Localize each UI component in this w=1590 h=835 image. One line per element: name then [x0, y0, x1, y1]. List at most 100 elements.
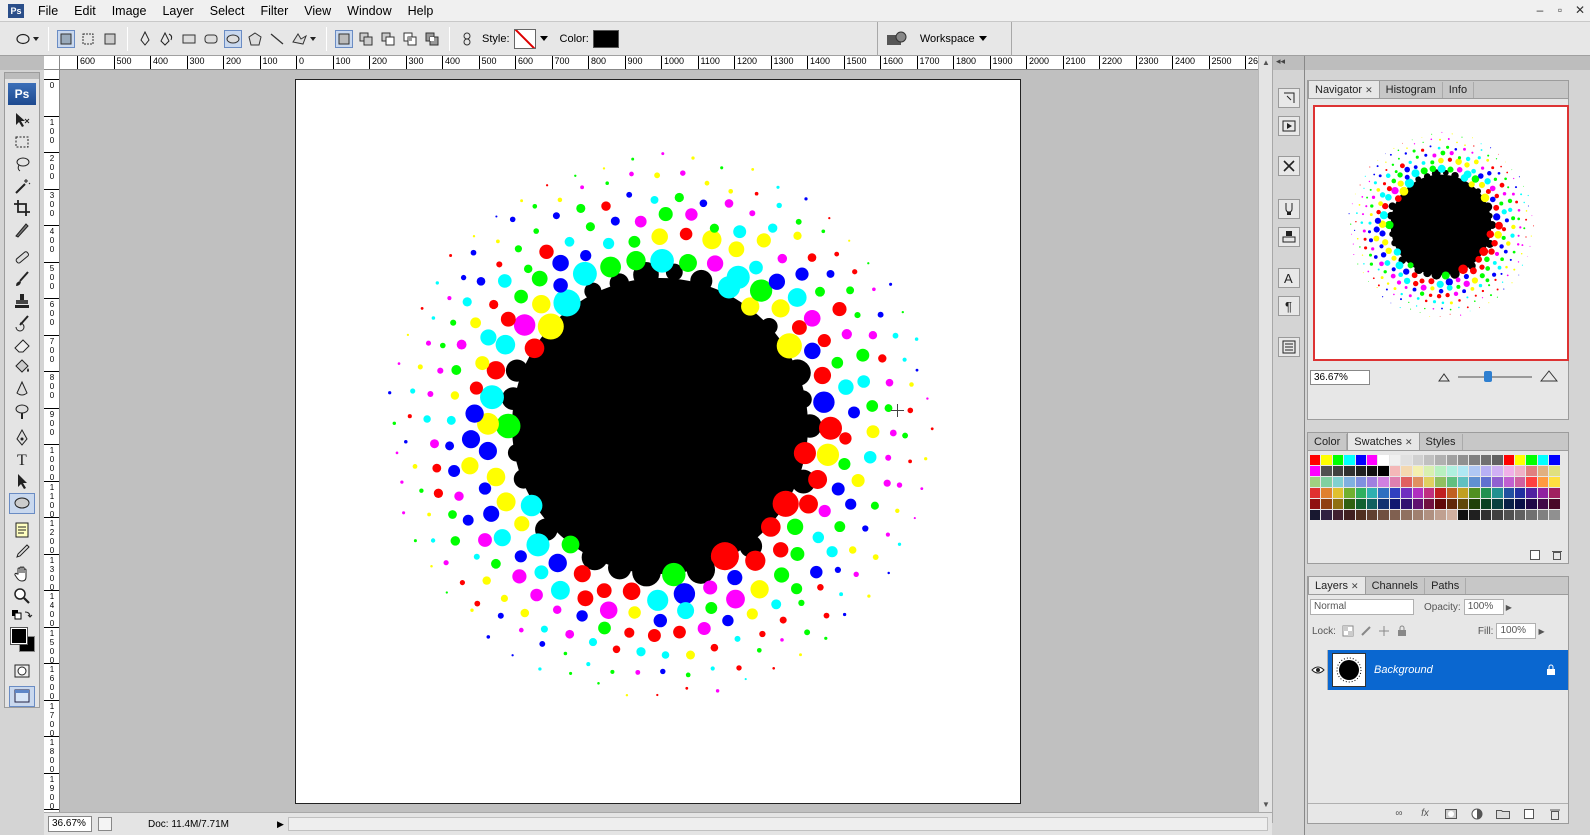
swatch[interactable] — [1435, 488, 1447, 499]
swatch[interactable] — [1412, 455, 1424, 466]
style-dropdown-icon[interactable] — [539, 36, 548, 41]
brush-icon[interactable] — [9, 268, 35, 289]
swatch[interactable] — [1355, 466, 1367, 477]
swatch[interactable] — [1378, 466, 1390, 477]
fill-field[interactable]: 100% — [1496, 623, 1537, 639]
swatch[interactable] — [1423, 510, 1436, 521]
layer-background[interactable]: Background — [1328, 650, 1568, 690]
swatch[interactable] — [1446, 455, 1459, 466]
color-picker[interactable] — [592, 29, 619, 48]
horizontal-scrollbar[interactable] — [287, 817, 1268, 831]
swatch[interactable] — [1389, 466, 1402, 477]
swatch[interactable] — [1537, 510, 1550, 521]
swatch[interactable] — [1458, 499, 1470, 510]
slice-icon[interactable] — [9, 219, 35, 240]
tab-layers[interactable]: Layers ✕ — [1308, 576, 1366, 594]
tab-styles[interactable]: Styles — [1420, 434, 1463, 450]
menu-file[interactable]: File — [30, 0, 66, 22]
swatch[interactable] — [1480, 477, 1493, 488]
zoom-slider[interactable] — [1458, 376, 1532, 378]
swatch[interactable] — [1412, 499, 1424, 510]
swatch[interactable] — [1446, 477, 1459, 488]
swatch[interactable] — [1458, 510, 1470, 521]
swatch[interactable] — [1492, 455, 1504, 466]
swatch[interactable] — [1310, 510, 1322, 521]
paths-mode-icon[interactable] — [79, 30, 97, 48]
swatch[interactable] — [1526, 499, 1538, 510]
freeform-pen-icon[interactable] — [158, 30, 176, 48]
add-mask-icon[interactable] — [1442, 807, 1460, 821]
tools-collapse-bar[interactable] — [0, 56, 44, 70]
swatch[interactable] — [1344, 499, 1356, 510]
menu-window[interactable]: Window — [339, 0, 399, 22]
swatch[interactable] — [1435, 499, 1447, 510]
vertical-ruler[interactable]: 0 1 0 0 2 0 0 3 0 0 4 0 0 5 0 0 6 0 0 7 0 0 8 0 … — [44, 70, 60, 812]
history-brush-icon[interactable] — [9, 312, 35, 333]
marquee-icon[interactable] — [9, 131, 35, 152]
swatch[interactable] — [1321, 510, 1333, 521]
actions-panel-icon[interactable] — [1278, 116, 1300, 136]
tab-histogram[interactable]: Histogram — [1380, 82, 1443, 98]
character-panel-icon[interactable]: A — [1278, 268, 1300, 288]
zoom-slider-thumb[interactable] — [1484, 371, 1492, 382]
swatch[interactable] — [1435, 466, 1447, 477]
close-tab-icon[interactable]: ✕ — [1351, 581, 1359, 591]
swatch[interactable] — [1469, 510, 1481, 521]
ruler-origin[interactable] — [44, 56, 60, 70]
screen-mode-icon[interactable] — [9, 685, 35, 707]
swatch[interactable] — [1401, 510, 1413, 521]
swatch[interactable] — [1321, 477, 1333, 488]
swatch[interactable] — [1412, 488, 1424, 499]
paint-bucket-icon[interactable] — [9, 356, 35, 377]
swatch[interactable] — [1355, 455, 1367, 466]
tab-channels[interactable]: Channels — [1366, 578, 1426, 594]
swatch[interactable] — [1549, 499, 1561, 510]
swatch[interactable] — [1526, 455, 1538, 466]
tools-panel-header[interactable] — [5, 73, 39, 79]
eyedropper-icon[interactable] — [9, 542, 35, 563]
swatch[interactable] — [1469, 477, 1481, 488]
zoom-icon[interactable] — [9, 586, 35, 607]
swatch[interactable] — [1401, 488, 1413, 499]
navigator-zoom-field[interactable]: 36.67% — [1310, 369, 1370, 385]
clone-stamp-icon[interactable] — [9, 290, 35, 311]
swatch[interactable] — [1469, 455, 1481, 466]
swatch[interactable] — [1480, 499, 1493, 510]
swatch[interactable] — [1503, 466, 1516, 477]
swatch[interactable] — [1389, 477, 1402, 488]
polygon-shape-icon[interactable] — [246, 30, 264, 48]
swatch[interactable] — [1321, 488, 1333, 499]
healing-brush-icon[interactable] — [9, 246, 35, 267]
tab-navigator[interactable]: Navigator ✕ — [1308, 80, 1380, 98]
swatch[interactable] — [1389, 488, 1402, 499]
swatch[interactable] — [1526, 466, 1538, 477]
style-picker[interactable] — [513, 28, 536, 49]
rectangle-shape-icon[interactable] — [180, 30, 198, 48]
swatch[interactable] — [1503, 488, 1516, 499]
magic-wand-icon[interactable] — [9, 175, 35, 196]
layer-style-icon[interactable]: fx — [1416, 807, 1434, 821]
pen-icon[interactable] — [9, 427, 35, 448]
swatch[interactable] — [1321, 499, 1333, 510]
swatch[interactable] — [1423, 466, 1436, 477]
lock-transparent-icon[interactable] — [1342, 625, 1354, 637]
swatch[interactable] — [1492, 499, 1504, 510]
swatch[interactable] — [1401, 477, 1413, 488]
status-info-icon[interactable] — [98, 817, 112, 831]
swatch[interactable] — [1515, 455, 1527, 466]
swatch[interactable] — [1401, 466, 1413, 477]
swatch[interactable] — [1446, 499, 1459, 510]
swatch[interactable] — [1366, 477, 1379, 488]
menu-select[interactable]: Select — [202, 0, 253, 22]
swatch[interactable] — [1480, 488, 1493, 499]
opacity-field[interactable]: 100% — [1463, 599, 1504, 615]
bridge-icon[interactable] — [884, 30, 910, 48]
swatch[interactable] — [1492, 466, 1504, 477]
tool-preset-picker[interactable] — [14, 30, 40, 48]
swatch[interactable] — [1469, 466, 1481, 477]
swatch[interactable] — [1458, 455, 1470, 466]
canvas[interactable] — [295, 79, 1021, 804]
swatch[interactable] — [1378, 455, 1390, 466]
link-layers-icon[interactable]: ∞ — [1390, 807, 1408, 821]
swatch[interactable] — [1537, 477, 1550, 488]
